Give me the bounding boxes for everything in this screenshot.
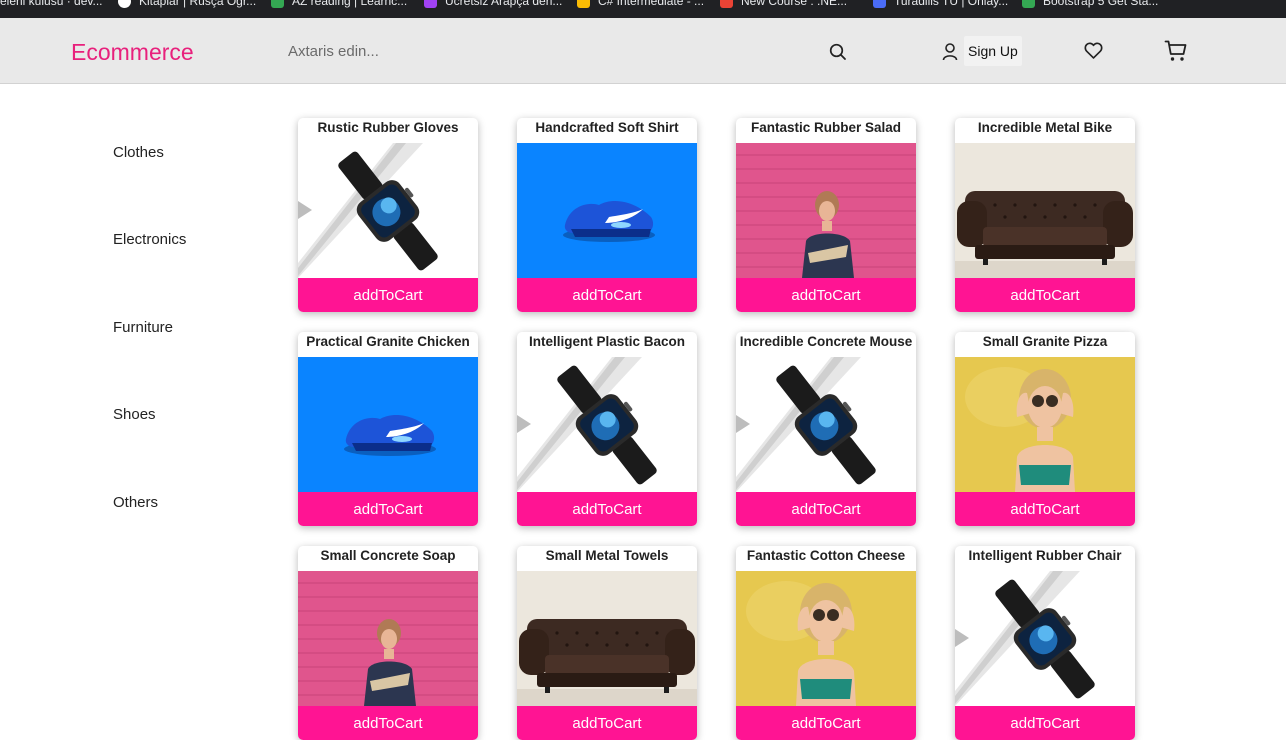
product-image[interactable] xyxy=(517,143,697,278)
bookmark-item[interactable]: Bootstrap 5 Get Sta... xyxy=(1022,0,1158,12)
product-title: Rustic Rubber Gloves xyxy=(317,120,459,135)
product-image[interactable] xyxy=(955,143,1135,278)
product-title: Intelligent Rubber Chair xyxy=(968,548,1122,563)
product-card[interactable]: Intelligent Plastic Bacon addToCart xyxy=(517,332,697,526)
bookmark-icon xyxy=(873,0,886,9)
product-card[interactable]: Practical Granite Chicken addToCart xyxy=(298,332,478,526)
add-to-cart-button[interactable]: addToCart xyxy=(298,706,478,740)
bookmark-icon xyxy=(424,0,437,9)
product-card[interactable]: Small Concrete Soap addToCart xyxy=(298,546,478,740)
bookmark-item[interactable]: Ucretsiz Arapça derl... xyxy=(424,0,562,12)
category-furniture[interactable]: Furniture xyxy=(113,319,173,336)
bookmark-icon xyxy=(118,0,131,9)
product-card[interactable]: Handcrafted Soft Shirt addToCart xyxy=(517,118,697,312)
bookmark-icon xyxy=(1022,0,1035,9)
product-title: Intelligent Plastic Bacon xyxy=(528,334,686,349)
add-to-cart-button[interactable]: addToCart xyxy=(955,278,1135,312)
youtube-icon xyxy=(720,0,733,9)
bookmark-item[interactable]: C# Intermediate - ... xyxy=(577,0,704,12)
add-to-cart-button[interactable]: addToCart xyxy=(298,492,478,526)
product-card[interactable]: Incredible Metal Bike addToCart xyxy=(955,118,1135,312)
product-card[interactable]: Intelligent Rubber Chair addToCart xyxy=(955,546,1135,740)
bookmark-item[interactable]: AZ reading | Learnc... xyxy=(271,0,407,12)
add-to-cart-button[interactable]: addToCart xyxy=(955,492,1135,526)
bookmark-icon xyxy=(577,0,590,9)
add-to-cart-button[interactable]: addToCart xyxy=(955,706,1135,740)
category-others[interactable]: Others xyxy=(113,494,158,511)
product-image[interactable] xyxy=(517,357,697,492)
search-icon[interactable] xyxy=(828,42,848,62)
add-to-cart-button[interactable]: addToCart xyxy=(517,492,697,526)
user-icon xyxy=(940,41,960,61)
product-image[interactable] xyxy=(736,143,916,278)
shopping-cart-icon[interactable] xyxy=(1164,39,1188,63)
add-to-cart-button[interactable]: addToCart xyxy=(736,492,916,526)
product-title: Practical Granite Chicken xyxy=(306,334,470,349)
add-to-cart-button[interactable]: addToCart xyxy=(736,278,916,312)
brand-logo[interactable]: Ecommerce xyxy=(71,39,194,66)
product-image[interactable] xyxy=(955,357,1135,492)
product-card[interactable]: Fantastic Rubber Salad addToCart xyxy=(736,118,916,312)
bookmark-item[interactable]: Kitaplar | Rusça Ogr... xyxy=(118,0,256,12)
add-to-cart-button[interactable]: addToCart xyxy=(517,278,697,312)
product-title: Incredible Metal Bike xyxy=(977,120,1113,135)
category-clothes[interactable]: Clothes xyxy=(113,144,164,161)
product-image[interactable] xyxy=(298,357,478,492)
add-to-cart-button[interactable]: addToCart xyxy=(298,278,478,312)
product-title: Small Granite Pizza xyxy=(982,334,1108,349)
heart-icon[interactable] xyxy=(1083,40,1104,61)
product-title: Small Concrete Soap xyxy=(320,548,456,563)
product-title: Small Metal Towels xyxy=(545,548,669,563)
product-card[interactable]: Fantastic Cotton Cheese addToCart xyxy=(736,546,916,740)
site-header: Ecommerce Sign Up xyxy=(0,18,1286,84)
add-to-cart-button[interactable]: addToCart xyxy=(517,706,697,740)
category-shoes[interactable]: Shoes xyxy=(113,406,156,423)
bookmark-item[interactable]: elerii kulusu · dev... xyxy=(0,0,103,12)
sign-up-label: Sign Up xyxy=(964,36,1022,66)
product-title: Fantastic Cotton Cheese xyxy=(746,548,906,563)
bookmarks-bar: elerii kulusu · dev... Kitaplar | Rusça … xyxy=(0,0,1286,18)
product-card[interactable]: Small Granite Pizza addToCart xyxy=(955,332,1135,526)
product-title: Incredible Concrete Mouse xyxy=(739,334,913,349)
search-input[interactable] xyxy=(280,36,820,66)
bookmark-icon xyxy=(271,0,284,9)
product-card[interactable]: Small Metal Towels addToCart xyxy=(517,546,697,740)
bookmark-item[interactable]: New Course : .NE... xyxy=(720,0,847,12)
product-title: Fantastic Rubber Salad xyxy=(750,120,902,135)
product-image[interactable] xyxy=(298,143,478,278)
product-card[interactable]: Incredible Concrete Mouse addToCart xyxy=(736,332,916,526)
bookmark-item[interactable]: Turadilis TU | Onlay... xyxy=(873,0,1008,12)
category-electronics[interactable]: Electronics xyxy=(113,231,186,248)
product-image[interactable] xyxy=(736,357,916,492)
add-to-cart-button[interactable]: addToCart xyxy=(736,706,916,740)
product-title: Handcrafted Soft Shirt xyxy=(535,120,679,135)
sign-up-button[interactable]: Sign Up xyxy=(940,35,1022,67)
product-card[interactable]: Rustic Rubber Gloves addToCart xyxy=(298,118,478,312)
